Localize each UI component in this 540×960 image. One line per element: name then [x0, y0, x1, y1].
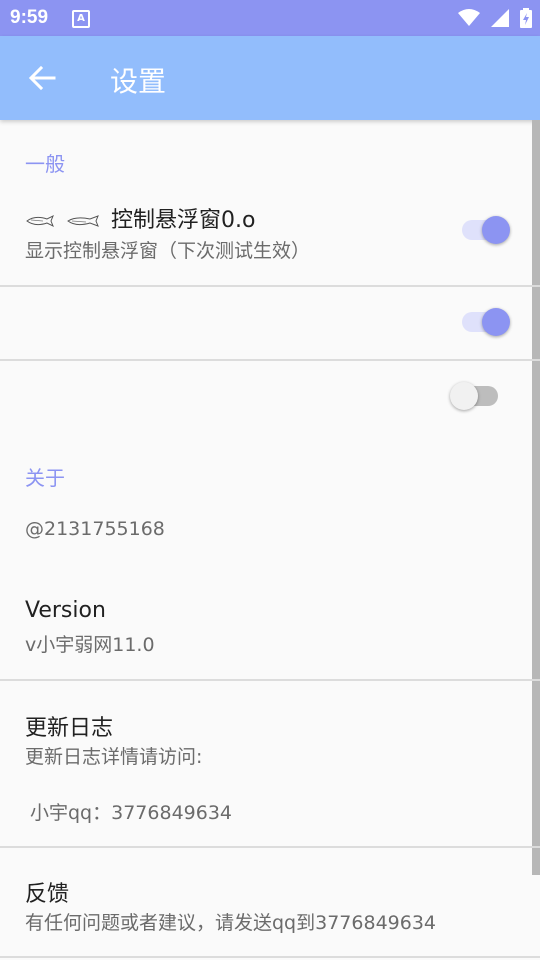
- fish-icon: [26, 214, 54, 228]
- a-icon: A: [72, 10, 90, 28]
- category-general: 一般: [25, 152, 65, 176]
- page-title: 设置: [110, 65, 167, 98]
- version-title: Version: [25, 598, 106, 623]
- divider: [0, 285, 540, 287]
- changelog-title: 更新日志: [25, 716, 114, 741]
- version-summary: v小宇弱网11.0: [25, 634, 155, 656]
- float-window-summary: 显示控制悬浮窗（下次测试生效）: [25, 240, 311, 262]
- float-window-title: 控制悬浮窗0.o: [111, 208, 256, 233]
- feedback-title: 反馈: [25, 882, 70, 907]
- app-bar: 设置: [0, 36, 540, 120]
- category-about: 关于: [25, 466, 65, 490]
- battery-icon: [520, 7, 532, 28]
- signal-icon: [490, 8, 509, 27]
- contact-text[interactable]: @2131755168: [25, 518, 165, 540]
- third-switch[interactable]: [450, 376, 506, 416]
- second-switch[interactable]: [458, 302, 514, 342]
- divider: [0, 846, 540, 848]
- changelog-summary: 更新日志详情请访问:: [25, 746, 203, 768]
- divider: [0, 359, 540, 361]
- divider: [0, 679, 540, 681]
- wifi-icon: [457, 8, 480, 26]
- fish-icon: [67, 215, 99, 227]
- feedback-summary: 有任何问题或者建议，请发送qq到3776849634: [25, 912, 437, 934]
- scrollbar[interactable]: [532, 120, 540, 875]
- changelog-qq: 小宇qq：3776849634: [30, 802, 233, 824]
- float-window-switch[interactable]: [458, 210, 514, 250]
- arrow-left-icon[interactable]: [28, 64, 56, 92]
- status-bar: 9:59 A: [0, 0, 540, 36]
- divider: [0, 956, 540, 958]
- status-time: 9:59: [10, 7, 49, 28]
- system-icons: [452, 7, 532, 28]
